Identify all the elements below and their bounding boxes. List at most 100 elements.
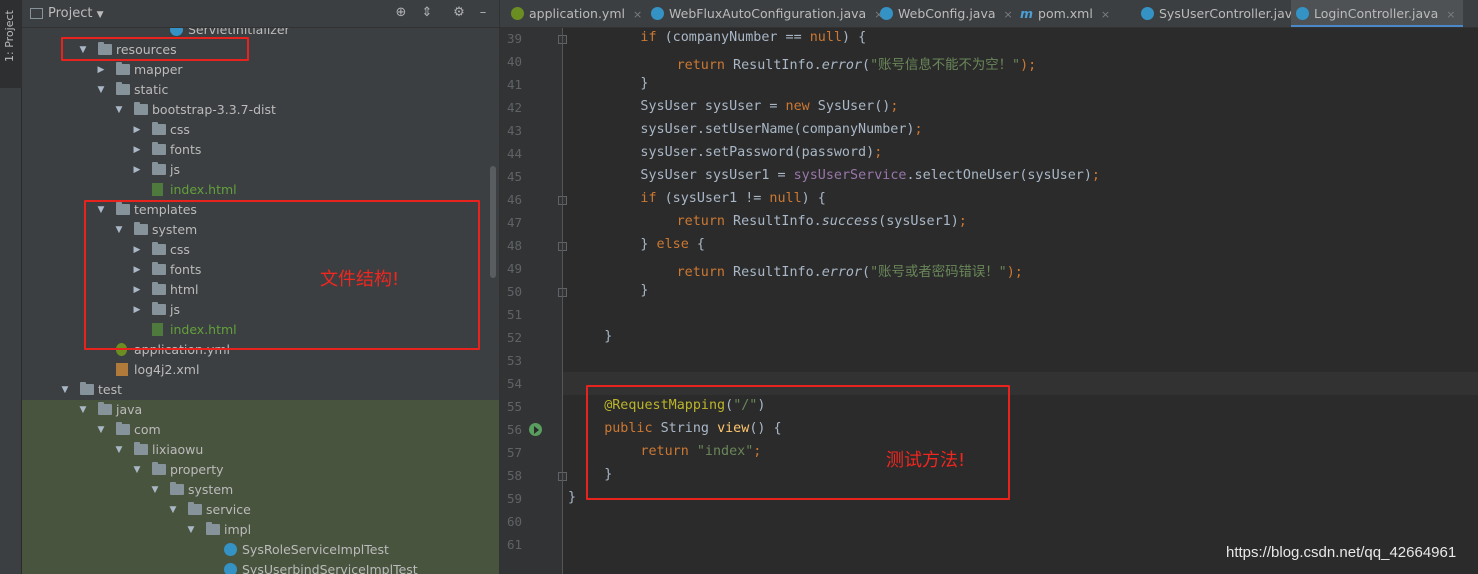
tree-row[interactable]: ▶ fonts [22, 140, 499, 160]
editor-tab-label: application.yml [529, 6, 625, 21]
tree-row[interactable]: index.html [22, 180, 499, 200]
line-number: 52 [506, 330, 522, 345]
resources-highlight-box [61, 37, 249, 61]
tree-row[interactable]: ▶ mapper [22, 60, 499, 80]
expanded-arrow-icon[interactable]: ▼ [131, 460, 143, 480]
line-number: 44 [506, 146, 522, 161]
code-line: } [604, 329, 612, 344]
line-number: 47 [506, 215, 522, 230]
tree-row[interactable]: ▼ static [22, 80, 499, 100]
line-number: 54 [506, 376, 522, 391]
tree-row[interactable]: ▼ java [22, 400, 499, 420]
tree-row[interactable]: ▼ com [22, 420, 499, 440]
tree-row[interactable]: log4j2.xml [22, 360, 499, 380]
folder-icon [206, 522, 220, 535]
line-number: 61 [506, 537, 522, 552]
tree-row[interactable]: SysRoleServiceImplTest [22, 540, 499, 560]
folder-icon [116, 422, 130, 435]
project-view-title: Project [48, 6, 93, 21]
code-token: (sysUser1) [878, 214, 959, 229]
code-line: SysUser sysUser1 = sysUserService.select… [640, 168, 1100, 183]
project-tool-tab[interactable]: 1: Project [0, 0, 22, 88]
editor-tab[interactable]: application.yml × [506, 0, 644, 27]
class-icon [224, 563, 237, 574]
tree-row[interactable]: ▼ test [22, 380, 499, 400]
code-token: return [676, 265, 725, 280]
target-icon[interactable]: ⊕ [392, 4, 410, 22]
tree-row[interactable]: ▼ impl [22, 520, 499, 540]
run-gutter-icon[interactable] [529, 423, 542, 436]
expanded-arrow-icon[interactable]: ▼ [167, 500, 179, 520]
line-number: 42 [506, 100, 522, 115]
expanded-arrow-icon[interactable]: ▼ [77, 400, 89, 420]
code-line: if (companyNumber == null) { [640, 30, 866, 45]
editor-tab[interactable]: WebConfig.java × [875, 0, 1013, 27]
editor-tab-label: WebConfig.java [898, 6, 996, 21]
expanded-arrow-icon[interactable]: ▼ [185, 520, 197, 540]
collapsed-arrow-icon[interactable]: ▶ [131, 120, 143, 140]
tool-window-strip: 1: Project [0, 0, 22, 574]
expanded-arrow-icon[interactable]: ▼ [113, 440, 125, 460]
code-token: { [688, 237, 705, 252]
code-line: SysUser sysUser = new SysUser(); [640, 99, 898, 114]
class-icon [880, 7, 893, 20]
code-token: if [640, 30, 657, 45]
code-token: null [769, 191, 802, 206]
folder-icon [134, 442, 148, 455]
close-icon[interactable]: × [1004, 8, 1013, 21]
collapsed-arrow-icon[interactable]: ▶ [131, 160, 143, 180]
code-line: sysUser.setPassword(password); [640, 145, 882, 160]
tree-item-label: property [170, 462, 224, 477]
code-token: sysUser.setPassword(password) [640, 145, 875, 160]
folder-icon [152, 162, 166, 175]
editor-tab[interactable]: m pom.xml × [1015, 0, 1134, 27]
xml-file-icon [116, 363, 128, 376]
expanded-arrow-icon[interactable]: ▼ [113, 100, 125, 120]
tree-row[interactable]: ▶ css [22, 120, 499, 140]
code-token: sysUserService [793, 168, 907, 183]
close-icon[interactable]: × [633, 8, 642, 21]
tree-item-label: impl [224, 522, 252, 537]
code-token: } [640, 76, 649, 91]
expanded-arrow-icon[interactable]: ▼ [59, 380, 71, 400]
tree-item-label: lixiaowu [152, 442, 204, 457]
gear-icon[interactable]: ⚙ [450, 4, 468, 22]
tree-row[interactable]: ▶ js [22, 160, 499, 180]
line-number: 55 [506, 399, 522, 414]
code-line: return ResultInfo.success(sysUser1); [677, 214, 967, 229]
yml-icon [511, 7, 524, 20]
tree-row[interactable]: ▼ property [22, 460, 499, 480]
tree-row[interactable]: SysUserbindServiceImplTest [22, 560, 499, 574]
test-method-annotation: 测试方法! [886, 450, 966, 471]
close-icon[interactable]: × [1101, 8, 1110, 21]
code-token: ; [1091, 168, 1100, 183]
watermark: https://blog.csdn.net/qq_42664961 [1226, 544, 1457, 561]
folder-icon [116, 62, 130, 75]
editor-tab[interactable]: SysUserController.java× [1136, 0, 1317, 27]
code-token: SysUser sysUser1 = [640, 168, 794, 183]
line-number: 50 [506, 284, 522, 299]
tree-row[interactable]: ▼ service [22, 500, 499, 520]
expanded-arrow-icon[interactable]: ▼ [149, 480, 161, 500]
project-tree-scrollbar[interactable] [490, 166, 496, 278]
line-number: 56 [506, 422, 522, 437]
project-view-selector[interactable]: Project ▼ [48, 6, 104, 21]
collapsed-arrow-icon[interactable]: ▶ [95, 60, 107, 80]
expanded-arrow-icon[interactable]: ▼ [95, 420, 107, 440]
tree-item-label: js [170, 162, 180, 177]
editor-tab[interactable]: LoginController.java × [1291, 0, 1463, 27]
line-number: 58 [506, 468, 522, 483]
collapse-icon[interactable]: ⇕ [418, 4, 436, 22]
editor-tab-label: LoginController.java [1314, 6, 1439, 21]
minimize-icon[interactable]: – [474, 4, 492, 22]
tree-row[interactable]: ▼ bootstrap-3.3.7-dist [22, 100, 499, 120]
tree-row[interactable]: ▼ system [22, 480, 499, 500]
code-token: null [809, 30, 842, 45]
project-tool-tab-label: 1: Project [3, 10, 16, 62]
collapsed-arrow-icon[interactable]: ▶ [131, 140, 143, 160]
close-icon[interactable]: × [1446, 8, 1455, 21]
expanded-arrow-icon[interactable]: ▼ [95, 80, 107, 100]
tree-row[interactable]: ▼ lixiaowu [22, 440, 499, 460]
code-token: return [676, 58, 725, 73]
editor-tab[interactable]: WebFluxAutoConfiguration.java × [646, 0, 883, 27]
